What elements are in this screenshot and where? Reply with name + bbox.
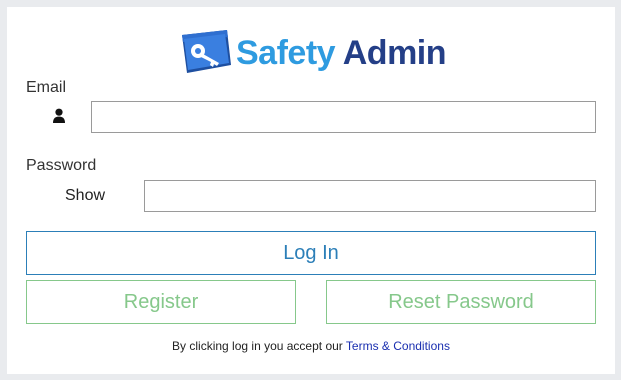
user-icon (53, 108, 65, 123)
terms-notice: By clicking log in you accept our Terms … (7, 339, 615, 353)
password-input[interactable] (144, 180, 596, 212)
terms-prefix: By clicking log in you accept our (172, 339, 346, 353)
register-button[interactable]: Register (26, 280, 296, 324)
show-password-toggle[interactable]: Show (65, 187, 105, 205)
folder-key-icon (182, 30, 231, 73)
logo-text: Safety Admin (236, 33, 447, 73)
email-input[interactable] (91, 101, 596, 133)
email-label: Email (26, 79, 67, 96)
logo-word-admin: Admin (342, 34, 447, 72)
login-button[interactable]: Log In (26, 231, 596, 275)
login-card: Safety Admin Email Password Show Log In … (7, 7, 615, 374)
reset-password-button[interactable]: Reset Password (326, 280, 596, 324)
logo-word-safety: Safety (236, 34, 336, 72)
terms-link[interactable]: Terms & Conditions (346, 339, 450, 353)
logo: Safety Admin (179, 27, 455, 85)
password-label: Password (26, 157, 97, 174)
